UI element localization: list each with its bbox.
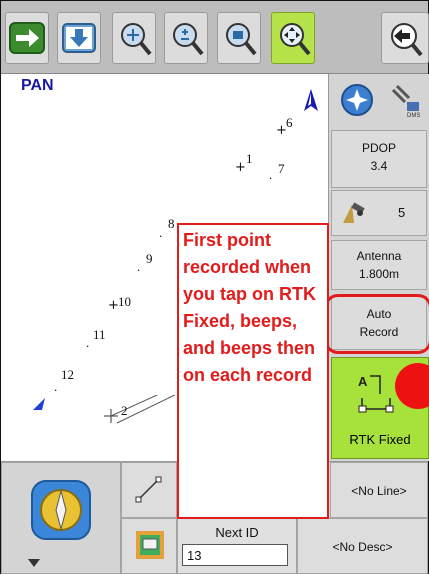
pdop-value: 3.4 — [370, 159, 388, 173]
zoom-in-out-button[interactable] — [164, 12, 208, 64]
back-button[interactable] — [381, 12, 429, 64]
north-arrow-icon — [304, 89, 318, 111]
zoom-in-out-icon — [173, 23, 204, 56]
navigate-panel[interactable] — [1, 462, 121, 574]
zoom-window-button[interactable] — [217, 12, 261, 64]
satellite-count: 5 — [398, 205, 406, 220]
pdop-readout[interactable]: PDOP 3.4 — [331, 130, 427, 188]
highlight-ring — [324, 294, 429, 354]
next-id-field[interactable]: 13 — [182, 544, 288, 566]
point-marker[interactable]: . — [86, 335, 89, 351]
antenna-label: Antenna — [356, 249, 402, 263]
chevron-down-icon[interactable] — [28, 559, 40, 569]
antenna-value: 1.800m — [358, 267, 400, 281]
top-toolbar — [1, 1, 429, 74]
point-marker[interactable]: . — [159, 225, 162, 241]
pan-icon — [280, 23, 311, 56]
forward-button[interactable] — [5, 12, 49, 64]
point-label: 8 — [168, 216, 175, 231]
pdop-label: PDOP — [361, 141, 396, 155]
line-value: <No Line> — [351, 484, 407, 498]
point-label: 10 — [118, 294, 131, 309]
gps-receiver-icon: A — [358, 374, 394, 413]
line-tool-button[interactable] — [121, 462, 177, 518]
compass-icon[interactable] — [339, 82, 375, 118]
next-id-group: Next ID 13 — [177, 518, 297, 574]
current-position-icon — [33, 398, 45, 410]
code-list-button[interactable] — [121, 518, 177, 574]
callout-annotation: First point recorded when you tap on RTK… — [177, 223, 329, 519]
map-tools-row: DMS — [331, 76, 427, 126]
svg-text:A: A — [358, 374, 368, 389]
point-marker[interactable]: . — [137, 259, 140, 275]
description-selector[interactable]: <No Desc> — [297, 518, 428, 574]
point-label: 1 — [246, 151, 253, 166]
next-id-label: Next ID — [215, 525, 259, 540]
line-selector[interactable]: <No Line> — [330, 462, 428, 518]
rtk-status-label: RTK Fixed — [349, 432, 411, 447]
antenna-readout[interactable]: Antenna 1.800m — [331, 240, 427, 290]
point-marker[interactable]: . — [269, 167, 272, 183]
map-mode-label: PAN — [21, 77, 54, 94]
download-button[interactable] — [57, 12, 101, 64]
point-label: 7 — [278, 161, 285, 176]
point-marker[interactable]: + — [235, 160, 246, 175]
app-screen: PAN + 6 + 1 . 7 . 8 . 9 + 10 . 11 . 12 2… — [0, 0, 429, 574]
pan-button[interactable] — [271, 12, 315, 64]
point-label: 9 — [146, 251, 153, 266]
compass-icon — [31, 480, 91, 540]
line-tool-icon — [135, 476, 162, 503]
zoom-window-icon — [226, 23, 257, 56]
point-label: 12 — [61, 367, 74, 382]
code-list-icon — [136, 531, 164, 559]
back-arrow-icon — [391, 23, 423, 57]
satellites-readout[interactable]: 5 — [331, 190, 427, 236]
satellite-icon[interactable]: DMS — [387, 82, 423, 118]
description-value: <No Desc> — [332, 540, 393, 554]
svg-text:DMS: DMS — [407, 113, 420, 118]
point-label: 6 — [286, 115, 293, 130]
point-label: 11 — [93, 327, 106, 342]
zoom-extents-icon — [121, 23, 152, 56]
point-label: 2 — [121, 403, 128, 418]
callout-text: First point recorded when you tap on RTK… — [183, 230, 316, 385]
zoom-extents-button[interactable] — [112, 12, 156, 64]
forward-arrow-icon — [9, 22, 45, 54]
point-marker[interactable]: . — [54, 379, 57, 395]
satellite-icon — [343, 202, 365, 223]
download-icon — [62, 23, 96, 53]
